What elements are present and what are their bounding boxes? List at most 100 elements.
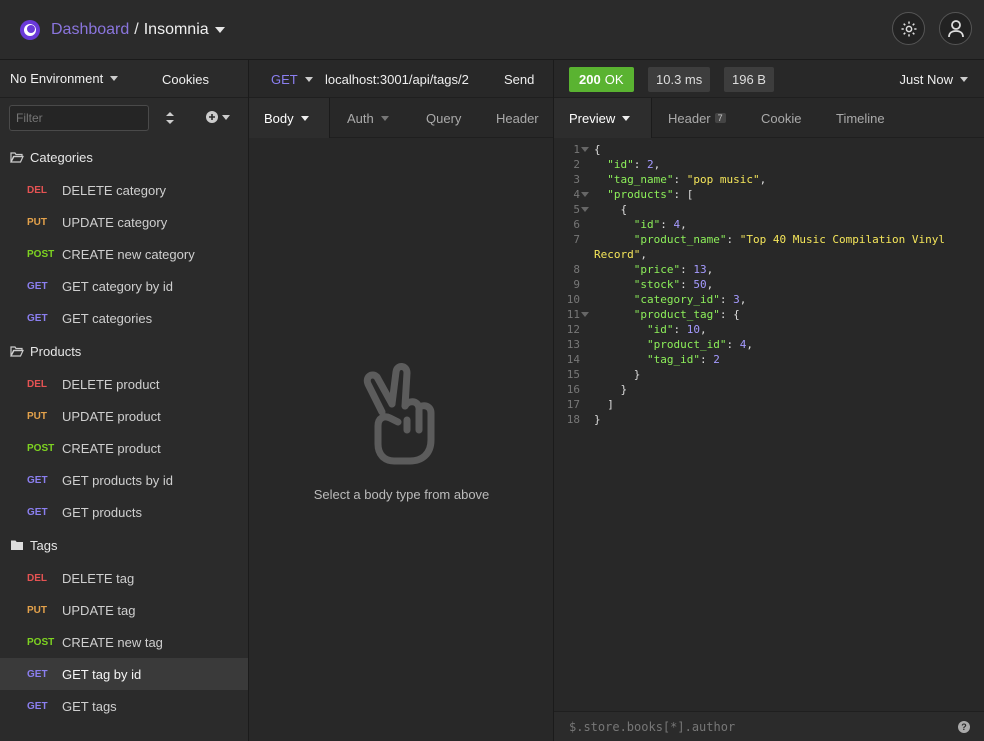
- request-label: GET products: [62, 504, 142, 520]
- tab-label: Body: [264, 110, 294, 126]
- filter-input[interactable]: [9, 105, 149, 131]
- request-item[interactable]: GET GET products: [0, 496, 248, 528]
- tab-response-header[interactable]: Header 7: [668, 98, 726, 138]
- method-badge: GET: [27, 668, 48, 680]
- request-label: GET tags: [62, 698, 117, 714]
- request-label: CREATE new tag: [62, 634, 163, 650]
- method-badge: GET: [27, 312, 48, 324]
- request-label: UPDATE category: [62, 214, 168, 230]
- tab-label: Header: [668, 110, 711, 126]
- request-item-active[interactable]: GET GET tag by id: [0, 658, 248, 690]
- environment-label: No Environment: [10, 71, 104, 86]
- request-item[interactable]: DEL DELETE product: [0, 368, 248, 400]
- request-item[interactable]: PUT UPDATE product: [0, 400, 248, 432]
- request-item[interactable]: POST CREATE new tag: [0, 626, 248, 658]
- sort-icon[interactable]: [164, 111, 176, 125]
- status-badge: 200 OK: [569, 67, 634, 92]
- response-status-bar: 200 OK 10.3 ms 196 B Just Now: [554, 60, 984, 98]
- method-badge: PUT: [27, 604, 47, 616]
- request-item[interactable]: GET GET categories: [0, 302, 248, 334]
- gear-icon: [901, 21, 916, 36]
- chevron-down-icon: [380, 115, 389, 121]
- peace-hand-icon: [363, 363, 434, 465]
- send-button[interactable]: Send: [504, 72, 534, 87]
- folder-products[interactable]: Products: [0, 334, 248, 368]
- request-tabs: Body Auth Query Header: [249, 98, 553, 138]
- response-pane: 200 OK 10.3 ms 196 B Just Now Preview Hea…: [554, 60, 984, 741]
- method-badge: GET: [27, 474, 48, 486]
- request-item[interactable]: GET GET products by id: [0, 464, 248, 496]
- dashboard-link[interactable]: Dashboard: [51, 21, 129, 39]
- help-icon[interactable]: ?: [958, 721, 970, 733]
- chevron-down-icon[interactable]: [214, 26, 225, 33]
- tab-auth[interactable]: Auth: [347, 98, 389, 138]
- breadcrumb[interactable]: Dashboard / Insomnia: [51, 21, 225, 39]
- method-badge: POST: [27, 636, 55, 648]
- request-item[interactable]: PUT UPDATE tag: [0, 594, 248, 626]
- response-size-badge: 196 B: [724, 67, 774, 92]
- request-item[interactable]: GET GET category by id: [0, 270, 248, 302]
- request-label: GET category by id: [62, 278, 174, 294]
- top-bar: Dashboard / Insomnia: [0, 0, 984, 60]
- method-badge: GET: [27, 700, 48, 712]
- tab-label: Auth: [347, 110, 374, 126]
- request-item[interactable]: POST CREATE product: [0, 432, 248, 464]
- method-badge: GET: [27, 280, 48, 292]
- add-button[interactable]: [206, 111, 230, 123]
- request-item[interactable]: PUT UPDATE category: [0, 206, 248, 238]
- history-dropdown[interactable]: Just Now: [900, 72, 968, 87]
- request-pane: GET localhost:3001/api/tags/2 Send Body …: [249, 60, 554, 741]
- method-badge: POST: [27, 248, 55, 260]
- project-name[interactable]: Insomnia: [144, 21, 209, 39]
- user-icon: [947, 19, 964, 37]
- request-item[interactable]: DEL DELETE category: [0, 174, 248, 206]
- method-label: GET: [271, 72, 298, 87]
- insomnia-logo-icon[interactable]: [20, 19, 40, 40]
- folder-open-icon: [10, 346, 24, 357]
- settings-button[interactable]: [892, 12, 925, 45]
- method-badge: DEL: [27, 572, 47, 584]
- tab-cookie[interactable]: Cookie: [761, 98, 801, 138]
- request-label: DELETE tag: [62, 570, 135, 586]
- tab-header[interactable]: Header: [496, 98, 539, 138]
- tab-label: Header: [496, 110, 539, 126]
- folder-label: Products: [30, 343, 82, 359]
- empty-message: Select a body type from above: [313, 487, 490, 502]
- response-tabs: Preview Header 7 Cookie Timeline: [554, 98, 984, 138]
- method-badge: POST: [27, 442, 55, 454]
- request-label: UPDATE product: [62, 408, 161, 424]
- history-label: Just Now: [899, 72, 953, 87]
- tab-label: Timeline: [836, 110, 885, 126]
- request-item[interactable]: DEL DELETE tag: [0, 562, 248, 594]
- folder-label: Categories: [30, 149, 93, 165]
- request-label: UPDATE tag: [62, 602, 136, 618]
- cookies-button[interactable]: Cookies: [162, 72, 209, 87]
- tab-label: Query: [426, 110, 462, 126]
- environment-dropdown[interactable]: No Environment: [10, 71, 119, 86]
- account-button[interactable]: [939, 12, 972, 45]
- status-code: 200: [579, 72, 601, 87]
- method-dropdown[interactable]: GET: [271, 72, 313, 87]
- response-filter-bar: $.store.books[*].author ?: [554, 711, 984, 741]
- tab-label: Cookie: [761, 110, 802, 126]
- method-badge: DEL: [27, 184, 47, 196]
- url-input[interactable]: localhost:3001/api/tags/2: [325, 72, 469, 87]
- request-item[interactable]: GET GET tags: [0, 690, 248, 722]
- folder-label: Tags: [30, 537, 58, 553]
- chevron-down-icon: [960, 77, 968, 82]
- json-preview[interactable]: 1{ 2 "id": 2, 3 "tag_name": "pop music",…: [554, 142, 984, 427]
- breadcrumb-separator: /: [134, 20, 139, 38]
- tab-timeline[interactable]: Timeline: [836, 98, 885, 138]
- sidebar: No Environment Cookies Categories DELDEL…: [0, 60, 249, 741]
- request-label: CREATE product: [62, 440, 161, 456]
- request-label: GET categories: [62, 310, 153, 326]
- folder-tags[interactable]: Tags: [0, 528, 248, 562]
- tab-query[interactable]: Query: [426, 98, 461, 138]
- folder-categories[interactable]: Categories: [0, 140, 248, 174]
- response-filter-input[interactable]: $.store.books[*].author: [569, 720, 735, 734]
- method-badge: PUT: [27, 216, 47, 228]
- request-item[interactable]: POST CREATE new category: [0, 238, 248, 270]
- tab-body[interactable]: Body: [249, 98, 330, 138]
- tab-preview[interactable]: Preview: [554, 98, 652, 138]
- response-time-badge: 10.3 ms: [648, 67, 711, 92]
